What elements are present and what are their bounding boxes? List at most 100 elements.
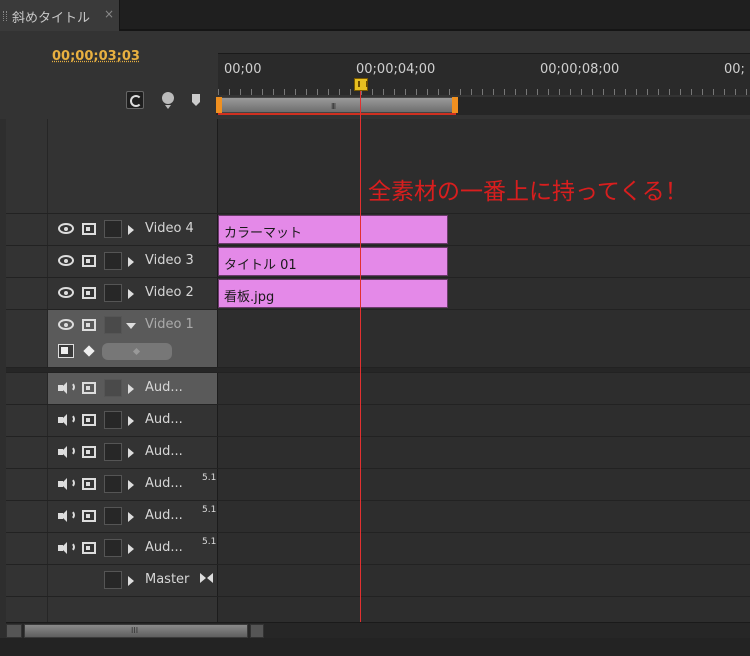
- track-name: Video 3: [145, 253, 194, 268]
- audio-sync-icon[interactable]: [200, 572, 214, 584]
- track-name: Aud...: [145, 444, 183, 459]
- expand-arrow-icon[interactable]: [128, 384, 134, 394]
- work-area-bar[interactable]: III: [218, 97, 456, 113]
- sequence-tab[interactable]: 斜めタイトル ×: [0, 0, 120, 31]
- eye-icon[interactable]: [58, 255, 74, 266]
- collapse-arrow-icon[interactable]: [126, 323, 136, 329]
- playhead-handle-icon[interactable]: [354, 78, 368, 91]
- show-keyframes-icon[interactable]: [58, 344, 74, 358]
- track-lock-button[interactable]: [104, 252, 122, 270]
- eye-icon[interactable]: [58, 287, 74, 298]
- track-lock-button[interactable]: [104, 284, 122, 302]
- tab-grip-icon[interactable]: [3, 11, 7, 21]
- eye-icon[interactable]: [58, 319, 74, 330]
- current-timecode[interactable]: 00;00;03;03: [52, 49, 140, 64]
- clip-color-matte[interactable]: カラーマット: [218, 215, 448, 244]
- track-lane[interactable]: [218, 310, 750, 367]
- clip-title-01[interactable]: タイトル 01: [218, 247, 448, 276]
- set-marker-icon[interactable]: [190, 91, 208, 109]
- track-master: Master: [6, 565, 750, 597]
- track-name: Aud...: [145, 380, 183, 395]
- track-lane[interactable]: [218, 373, 750, 404]
- track-lock-button[interactable]: [104, 411, 122, 429]
- sync-lock-icon[interactable]: [82, 319, 96, 331]
- ruler-label: 00;: [724, 62, 745, 77]
- track-lock-button[interactable]: [104, 220, 122, 238]
- sync-lock-icon[interactable]: [82, 478, 96, 490]
- ruler-ticks: [218, 89, 750, 95]
- track-video-2: Video 2 看板.jpg: [6, 278, 750, 310]
- expand-arrow-icon[interactable]: [128, 576, 134, 586]
- track-lock-button[interactable]: [104, 539, 122, 557]
- track-lock-button[interactable]: [104, 475, 122, 493]
- track-header: Aud...: [6, 405, 218, 436]
- empty-track-space: [6, 597, 750, 622]
- expand-arrow-icon[interactable]: [128, 416, 134, 426]
- snap-icon[interactable]: [126, 91, 144, 109]
- scroll-thumb[interactable]: III: [24, 624, 248, 638]
- channel-badge: 5.1: [202, 505, 217, 515]
- work-area-end-handle[interactable]: [452, 97, 458, 113]
- track-audio-5: Aud... 5.1: [6, 501, 750, 533]
- expand-arrow-icon[interactable]: [128, 512, 134, 522]
- sync-lock-icon[interactable]: [82, 446, 96, 458]
- time-ruler[interactable]: 00;00 00;00;04;00 00;00;08;00 00;: [218, 53, 750, 95]
- track-lock-button[interactable]: [104, 443, 122, 461]
- eye-icon[interactable]: [58, 223, 74, 234]
- sync-lock-icon[interactable]: [82, 542, 96, 554]
- sync-lock-icon[interactable]: [82, 510, 96, 522]
- track-lane[interactable]: タイトル 01: [218, 246, 750, 277]
- keyframe-navigator[interactable]: [102, 343, 172, 360]
- close-tab-icon[interactable]: ×: [104, 7, 114, 21]
- track-name: Aud...: [145, 508, 183, 523]
- scroll-thumb-grip: III: [131, 626, 139, 635]
- keyframe-diamond-icon[interactable]: [83, 345, 95, 357]
- track-header: Aud... 5.1: [6, 469, 218, 500]
- expand-arrow-icon[interactable]: [128, 289, 134, 299]
- expand-arrow-icon[interactable]: [128, 257, 134, 267]
- expand-arrow-icon[interactable]: [128, 480, 134, 490]
- track-lane[interactable]: [218, 597, 750, 622]
- work-area-grip: III: [331, 102, 336, 111]
- track-lock-button[interactable]: [104, 316, 122, 334]
- sync-lock-icon[interactable]: [82, 382, 96, 394]
- track-video-3: Video 3 タイトル 01: [6, 246, 750, 278]
- track-name: Aud...: [145, 412, 183, 427]
- track-name: Aud...: [145, 476, 183, 491]
- track-lane[interactable]: 看板.jpg: [218, 278, 750, 309]
- sync-lock-icon[interactable]: [82, 414, 96, 426]
- track-header: Master: [6, 565, 218, 596]
- render-bar: [218, 113, 456, 115]
- track-lock-button[interactable]: [104, 507, 122, 525]
- channel-badge: 5.1: [202, 537, 217, 547]
- expand-arrow-icon[interactable]: [128, 225, 134, 235]
- work-area-track[interactable]: III: [216, 97, 750, 115]
- track-lock-button[interactable]: [104, 379, 122, 397]
- track-lane[interactable]: [218, 405, 750, 436]
- scroll-right-cap[interactable]: [250, 624, 264, 638]
- track-lane[interactable]: [218, 501, 750, 532]
- track-lane[interactable]: [218, 533, 750, 564]
- sync-lock-icon[interactable]: [82, 223, 96, 235]
- track-header: Video 3: [6, 246, 218, 277]
- scroll-left-cap[interactable]: [6, 624, 22, 638]
- sync-lock-icon[interactable]: [82, 287, 96, 299]
- expand-arrow-icon[interactable]: [128, 448, 134, 458]
- track-header: Aud... 5.1: [6, 533, 218, 564]
- track-audio-3: Aud...: [6, 437, 750, 469]
- track-audio-1: Aud...: [6, 373, 750, 405]
- playhead-line[interactable]: [360, 91, 361, 622]
- work-area-start-handle[interactable]: [216, 97, 222, 113]
- sync-lock-icon[interactable]: [82, 255, 96, 267]
- track-lane[interactable]: [218, 437, 750, 468]
- horizontal-scrollbar[interactable]: III: [6, 622, 750, 638]
- expand-arrow-icon[interactable]: [128, 544, 134, 554]
- track-lane[interactable]: カラーマット: [218, 214, 750, 245]
- clip-signboard-jpg[interactable]: 看板.jpg: [218, 279, 448, 308]
- track-lane[interactable]: [218, 565, 750, 596]
- add-marker-icon[interactable]: [160, 91, 178, 109]
- ruler-label: 00;00;04;00: [356, 62, 436, 77]
- track-lock-button[interactable]: [104, 571, 122, 589]
- track-lane[interactable]: [218, 469, 750, 500]
- track-header: Aud... 5.1: [6, 501, 218, 532]
